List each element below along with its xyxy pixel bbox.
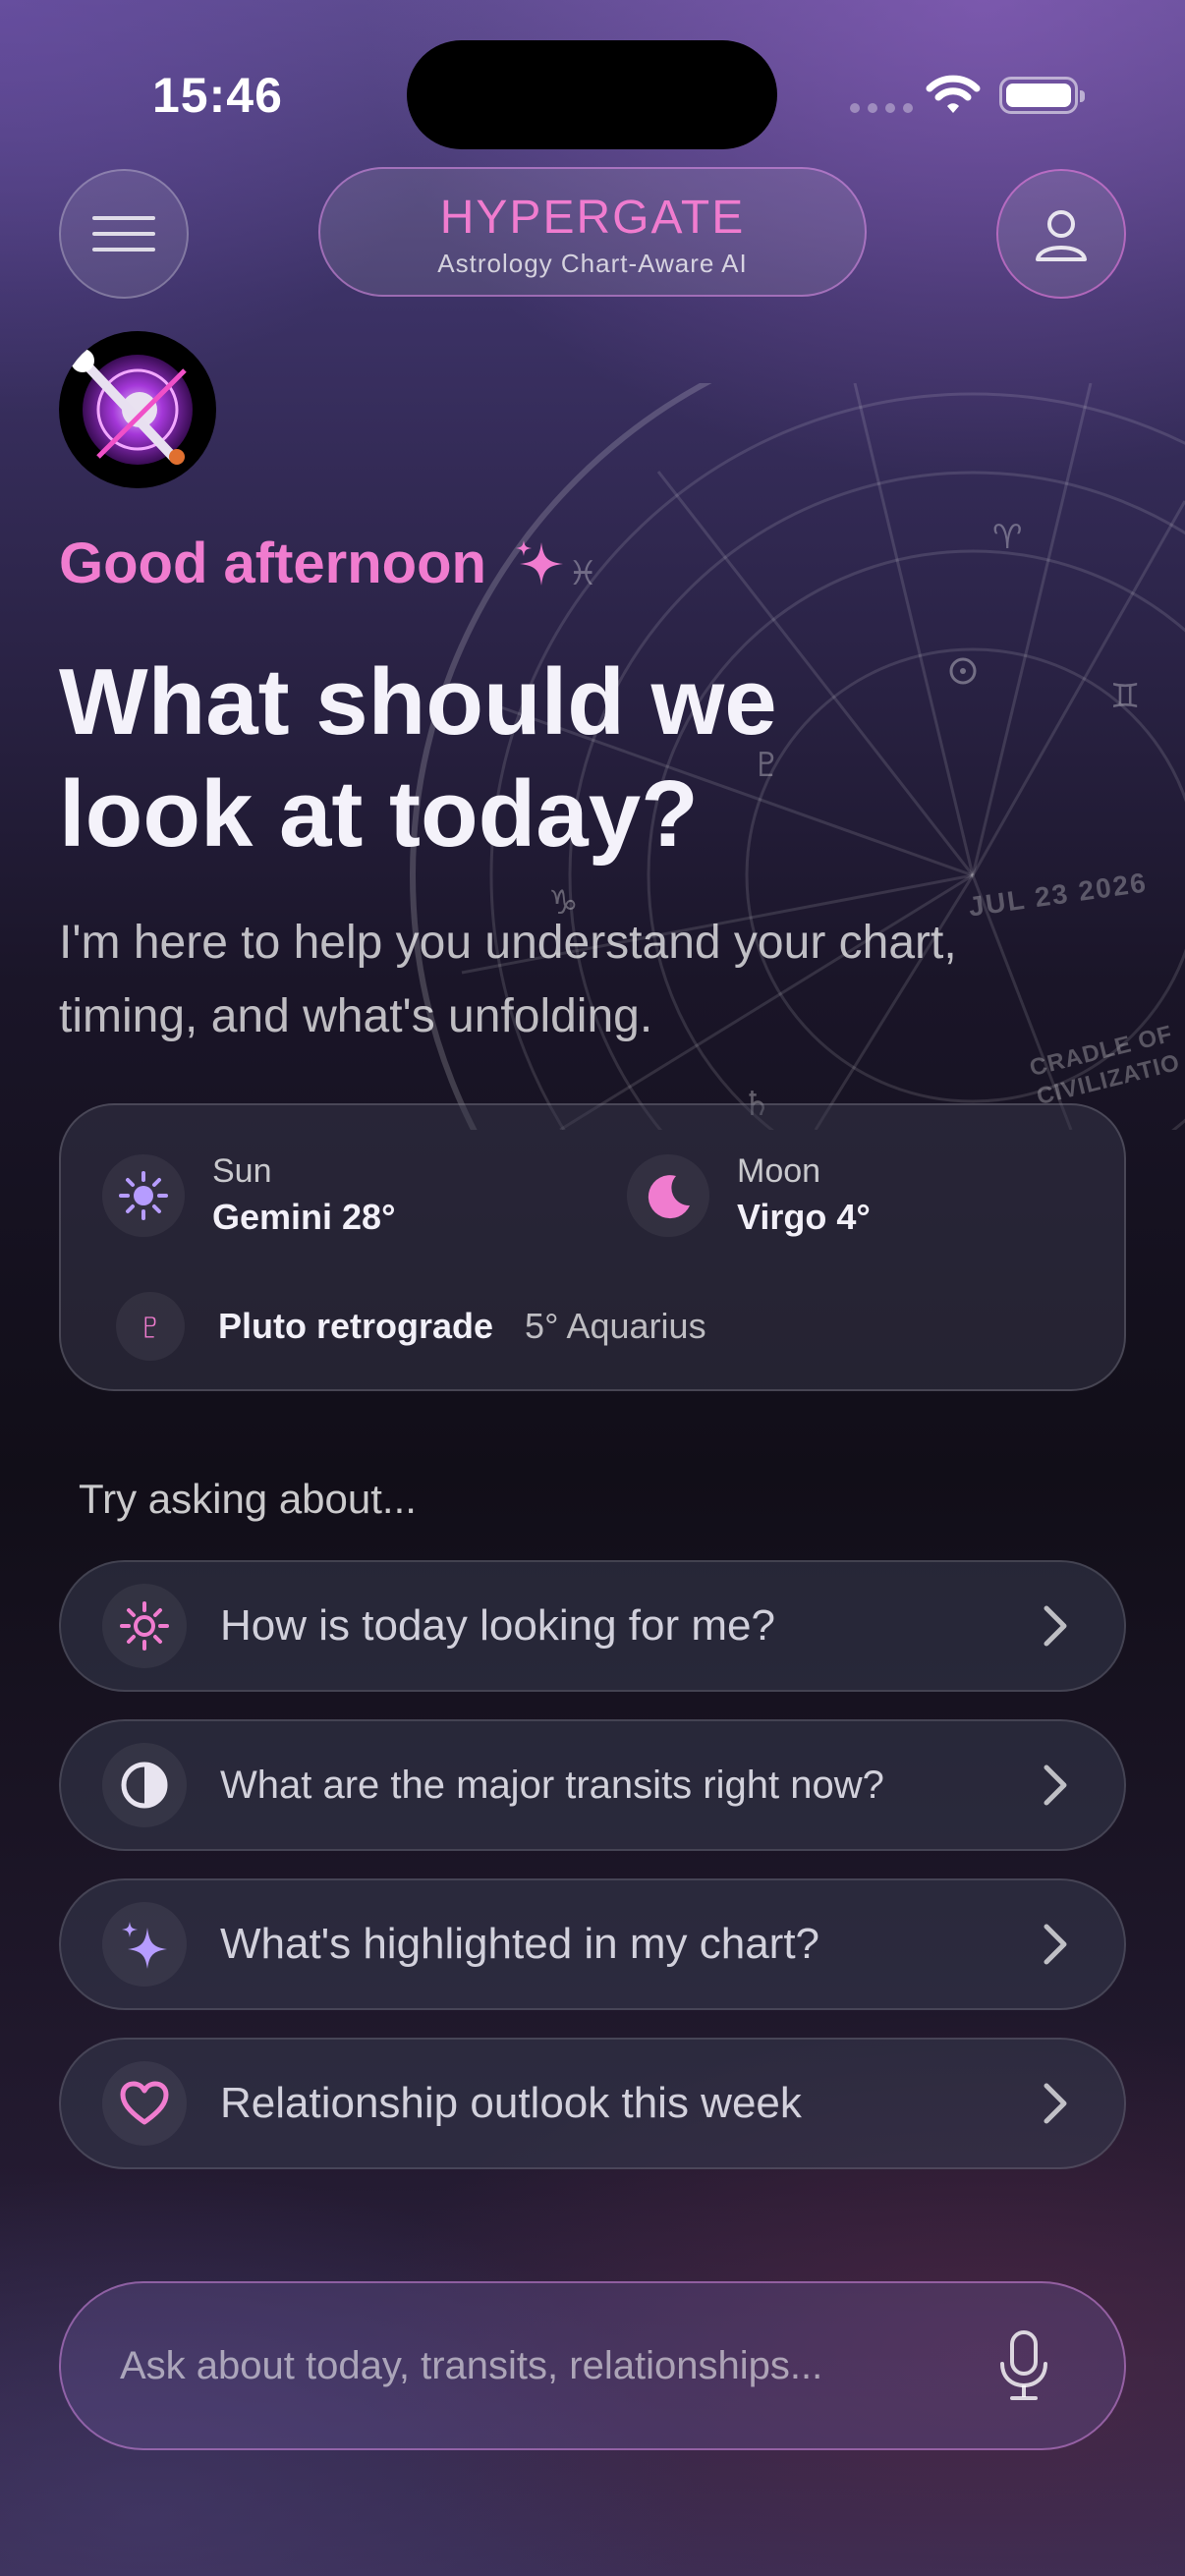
- battery-icon: [999, 77, 1085, 114]
- sparkle-icon: [102, 1902, 187, 1987]
- suggestion-text: How is today looking for me?: [220, 1601, 775, 1650]
- page-subtext: I'm here to help you understand your cha…: [59, 917, 957, 1042]
- suggestions-label: Try asking about...: [79, 1476, 417, 1522]
- moon-label: Moon: [737, 1152, 821, 1190]
- sun-label: Sun: [212, 1152, 272, 1190]
- pluto-icon: ♇: [116, 1292, 185, 1361]
- menu-button[interactable]: [59, 169, 189, 299]
- chevron-right-icon: [1036, 1924, 1075, 1965]
- microphone-icon: [1000, 2330, 1047, 2400]
- greeting-text: Good afternoon: [59, 532, 486, 595]
- ask-composer: [59, 2281, 1126, 2450]
- crescent-moon-icon: [627, 1153, 709, 1237]
- sun-value: Gemini 28°: [212, 1197, 396, 1237]
- page-headline: What should we look at today?: [59, 649, 777, 867]
- half-moon-icon: [102, 1743, 187, 1827]
- menu-icon: [92, 216, 155, 220]
- brand-pill: HYPERGATE Astrology Chart-Aware AI: [318, 167, 867, 297]
- suggestion-text: Relationship outlook this week: [220, 2079, 802, 2127]
- sun-icon: [102, 1153, 185, 1237]
- chevron-right-icon: [1036, 2083, 1075, 2124]
- app-logo[interactable]: [59, 331, 216, 488]
- cellular-signal-icon: [850, 103, 913, 113]
- sky-summary-card: Sun Gemini 28° Moon Virgo 4° ♇ Pluto ret…: [59, 1103, 1126, 1391]
- brand-title: HYPERGATE: [439, 192, 746, 244]
- suggestion-highlights[interactable]: What's highlighted in my chart?: [59, 1878, 1126, 2010]
- chevron-right-icon: [1036, 1605, 1075, 1647]
- suggestion-today[interactable]: How is today looking for me?: [59, 1560, 1126, 1692]
- moon-value: Virgo 4°: [737, 1197, 871, 1237]
- svg-text:♈: ♈: [992, 518, 1022, 557]
- suggestion-transits[interactable]: What are the major transits right now?: [59, 1719, 1126, 1851]
- retrograde-title: Pluto retrograde: [218, 1306, 494, 1346]
- orbit-logo-icon: [71, 349, 193, 465]
- status-time: 15:46: [152, 68, 283, 123]
- ask-input[interactable]: [120, 2326, 965, 2405]
- retrograde-row: ♇ Pluto retrograde 5° Aquarius: [116, 1292, 706, 1361]
- svg-text:♓: ♓: [568, 554, 597, 593]
- heart-icon: [102, 2061, 187, 2146]
- microphone-button[interactable]: [965, 2307, 1083, 2425]
- chevron-right-icon: [1036, 1764, 1075, 1806]
- greeting: Good afternoon: [59, 531, 571, 596]
- retrograde-position: 5° Aquarius: [525, 1306, 706, 1346]
- sun-placement: Sun Gemini 28°: [102, 1152, 395, 1238]
- moon-placement: Moon Virgo 4°: [627, 1152, 871, 1238]
- dynamic-island: [407, 40, 777, 149]
- svg-text:♊: ♊: [1110, 677, 1140, 716]
- sun-icon: [102, 1584, 187, 1668]
- sparkle-icon: [515, 539, 563, 586]
- profile-button[interactable]: [996, 169, 1126, 299]
- suggestion-text: What's highlighted in my chart?: [220, 1920, 820, 1968]
- suggestion-text: What are the major transits right now?: [220, 1763, 884, 1807]
- wifi-icon: [926, 75, 981, 113]
- suggestion-relationship[interactable]: Relationship outlook this week: [59, 2038, 1126, 2169]
- user-icon: [1036, 210, 1087, 261]
- brand-subtitle: Astrology Chart-Aware AI: [437, 249, 748, 278]
